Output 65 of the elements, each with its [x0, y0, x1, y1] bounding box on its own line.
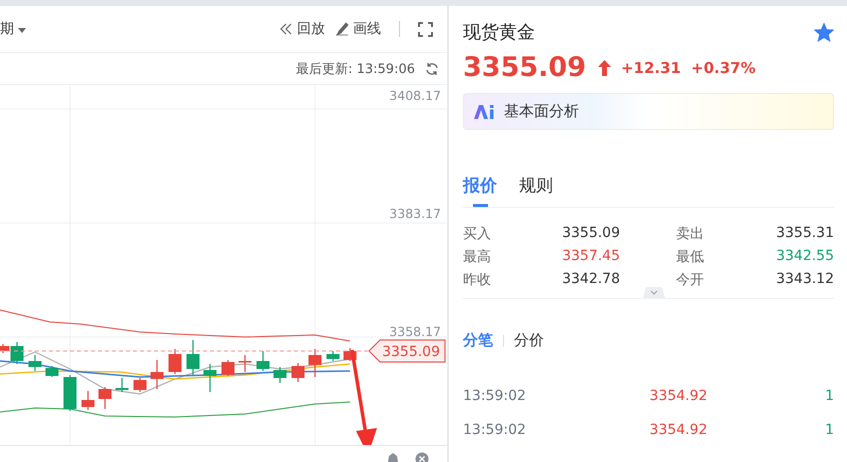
down-arrow-icon — [350, 350, 377, 445]
percent-change: +0.37% — [691, 58, 756, 76]
caret-icon — [18, 28, 26, 33]
candlestick — [64, 375, 76, 411]
candlestick — [326, 351, 340, 361]
candlestick — [186, 340, 200, 376]
star-icon[interactable] — [814, 22, 834, 42]
stat-value: 3342.78 — [561, 271, 620, 289]
instrument-name: 现货黄金 — [463, 21, 535, 44]
stat-label: 最高 — [463, 248, 492, 266]
trade-volume: 1 — [824, 422, 834, 438]
candlestick — [292, 363, 304, 382]
stat-label: 昨收 — [463, 271, 492, 289]
replay-button[interactable]: 回放 — [279, 20, 325, 38]
last-update-time: 最后更新: 13:59:06 — [296, 60, 415, 78]
stat-value: 3357.45 — [561, 248, 620, 266]
stat-value: 3343.12 — [775, 271, 834, 289]
period-selector[interactable]: 期 — [0, 20, 26, 38]
refresh-icon[interactable] — [425, 62, 439, 76]
stat-label: 今开 — [675, 271, 704, 289]
trade-time: 13:59:02 — [463, 388, 527, 404]
trade-price: 3354.92 — [648, 388, 708, 404]
stat-label: 买入 — [463, 225, 492, 243]
stat-label: 卖出 — [675, 225, 704, 243]
candlestick — [168, 349, 182, 374]
candlestick — [238, 355, 252, 372]
ai-analysis-button[interactable]: 基本面分析 — [463, 93, 834, 130]
stat-value: 3355.09 — [561, 225, 620, 243]
candlestick — [98, 387, 112, 409]
expand-icon[interactable] — [642, 287, 664, 298]
pen-icon — [335, 22, 349, 36]
current-price: 3355.09 — [463, 52, 586, 83]
candlestick — [150, 360, 164, 389]
candlestick — [256, 351, 270, 371]
trade-price: 3354.92 — [648, 422, 708, 438]
trade-tab[interactable]: 分价 — [514, 331, 544, 350]
candlestick — [308, 349, 322, 377]
y-axis-label: 3383.17 — [389, 206, 441, 221]
candlestick — [222, 360, 234, 376]
y-axis-label: 3408.17 — [389, 88, 441, 103]
stat-label: 最低 — [675, 248, 704, 266]
stat-value: 3342.55 — [775, 248, 834, 266]
trade-time: 13:59:02 — [463, 422, 527, 438]
tab[interactable]: 报价 — [463, 174, 497, 207]
price-tag: 3355.09 — [368, 340, 446, 362]
stat-value: 3355.31 — [775, 225, 834, 243]
draw-line-button[interactable]: 画线 — [335, 20, 381, 38]
price-change: +12.31 — [620, 58, 681, 76]
fullscreen-icon[interactable] — [418, 22, 433, 36]
trade-volume: 1 — [824, 388, 834, 404]
y-axis-label: 3358.17 — [389, 324, 441, 339]
rewind-icon — [279, 23, 293, 35]
candlestick — [46, 366, 58, 377]
candlestick — [134, 378, 146, 392]
ai-logo-icon — [474, 104, 496, 118]
trade-tab[interactable]: 分笔 — [463, 331, 493, 350]
candlestick — [274, 367, 286, 383]
candlestick — [344, 348, 356, 361]
up-arrow-icon — [598, 60, 611, 76]
candlestick — [28, 355, 42, 371]
close-icon[interactable] — [415, 452, 429, 462]
candlestick — [116, 378, 128, 392]
tab[interactable]: 规则 — [519, 174, 553, 207]
candlestick — [204, 364, 216, 392]
candlestick — [82, 391, 94, 410]
